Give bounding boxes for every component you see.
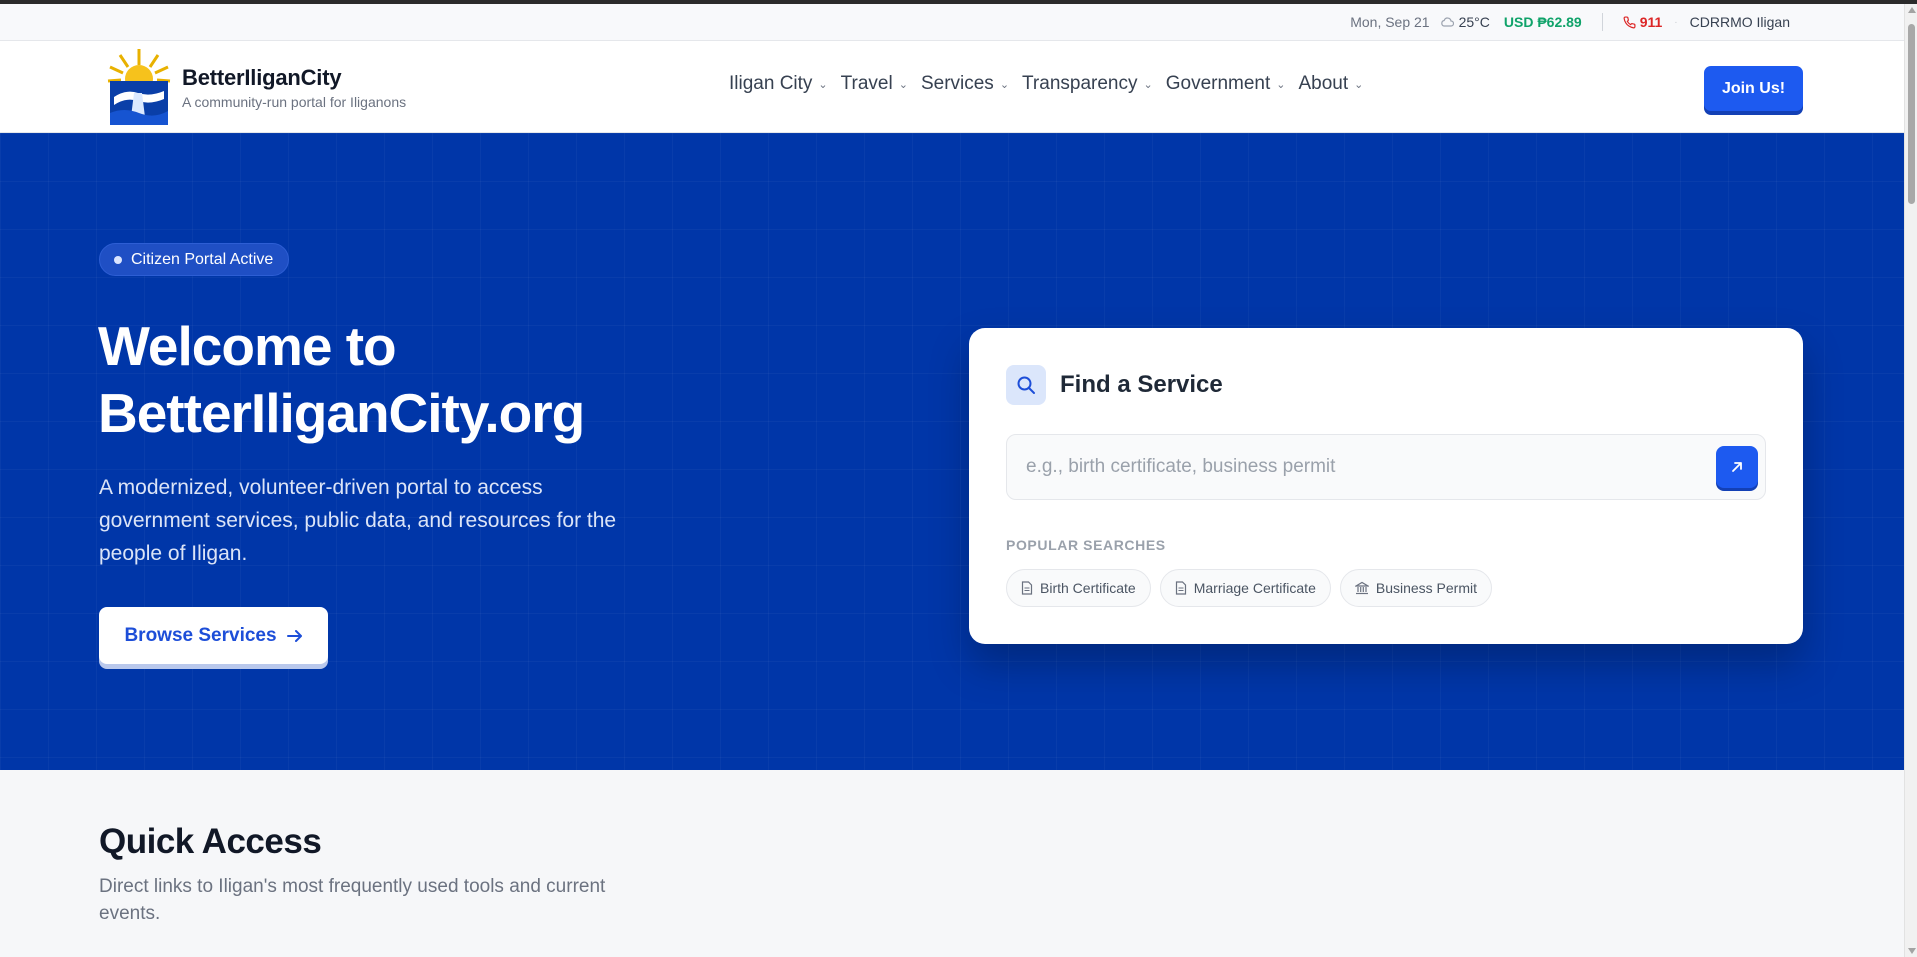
arrow-right-icon [286, 629, 302, 642]
chevron-down-icon: ⌄ [818, 78, 828, 91]
main-header: BetterIliganCity A community-run portal … [0, 41, 1904, 133]
find-service-card: Find a Service POPULAR SEARCHES Birth Ce… [969, 328, 1803, 644]
scroll-down-arrow-icon[interactable] [1908, 948, 1916, 954]
service-search-input[interactable] [1007, 435, 1716, 499]
status-badge: Citizen Portal Active [99, 243, 290, 276]
chip-label: Business Permit [1375, 580, 1478, 596]
hero-section: Citizen Portal Active Welcome to BetterI… [0, 133, 1904, 770]
popular-searches-list: Birth Certificate Marriage Certificate B… [1006, 569, 1493, 607]
chevron-down-icon: ⌄ [1143, 78, 1153, 91]
primary-nav: Iligan City ⌄ Travel ⌄ Services ⌄ Transp… [729, 73, 1363, 95]
chevron-down-icon: ⌄ [999, 78, 1010, 91]
utility-divider [1601, 13, 1603, 31]
exchange-rate: USD ₱62.89 [1503, 14, 1582, 30]
card-title: Find a Service [1060, 371, 1223, 398]
hero-title: Welcome to BetterIliganCity.org [98, 313, 585, 447]
building-icon [1354, 581, 1369, 595]
nav-label: Travel [840, 73, 893, 94]
brand-tagline: A community-run portal for Iliganons [182, 93, 407, 110]
popular-searches-label: POPULAR SEARCHES [1006, 537, 1166, 553]
chip-label: Birth Certificate [1040, 580, 1136, 596]
nav-label: Transparency [1022, 73, 1138, 94]
nav-label: Services [920, 73, 994, 94]
nav-transparency[interactable]: Transparency ⌄ [1022, 73, 1153, 95]
nav-label: Government [1165, 73, 1271, 94]
weather-widget: 25°C [1440, 14, 1490, 30]
quick-access-title: Quick Access [99, 822, 322, 861]
document-icon [1021, 581, 1033, 595]
badge-label: Citizen Portal Active [131, 250, 274, 268]
hero-title-line1: Welcome to [98, 315, 397, 377]
cloud-icon [1440, 17, 1454, 27]
chevron-down-icon: ⌄ [1354, 78, 1364, 91]
page-scrollbar[interactable] [1904, 4, 1917, 957]
card-header: Find a Service [1006, 365, 1223, 405]
search-icon [1006, 365, 1046, 405]
emergency-hotline[interactable]: 911 [1623, 14, 1663, 30]
arrow-up-right-icon [1732, 462, 1742, 472]
city-seal-logo [107, 49, 171, 125]
nav-services[interactable]: Services ⌄ [921, 73, 1009, 95]
brand-name: BetterIliganCity [182, 64, 342, 90]
status-dot-icon [114, 255, 122, 264]
scrollbar-thumb[interactable] [1908, 24, 1915, 204]
nav-label: Iligan City [729, 73, 813, 94]
quick-access-description: Direct links to Iligan's most frequently… [99, 876, 606, 924]
emergency-number: 911 [1639, 14, 1663, 30]
nav-travel[interactable]: Travel ⌄ [841, 73, 908, 95]
temperature: 25°C [1458, 14, 1490, 30]
chevron-down-icon: ⌄ [898, 78, 908, 91]
nav-about[interactable]: About ⌄ [1298, 73, 1363, 95]
chip-business-permit[interactable]: Business Permit [1339, 569, 1493, 607]
nav-iligan-city[interactable]: Iligan City ⌄ [729, 73, 828, 95]
nav-government[interactable]: Government ⌄ [1166, 73, 1286, 95]
chip-label: Marriage Certificate [1193, 580, 1316, 596]
utility-bar: Mon, Sep 21 25°C USD ₱62.89 911 · CDRRMO… [0, 4, 1904, 41]
nav-label: About [1298, 73, 1349, 94]
join-us-button[interactable]: Join Us! [1704, 66, 1803, 111]
chevron-down-icon: ⌄ [1276, 78, 1286, 91]
separator-dot: · [1674, 16, 1678, 28]
hero-title-line2: BetterIliganCity.org [98, 382, 585, 444]
scroll-up-arrow-icon[interactable] [1908, 7, 1916, 13]
chip-birth-certificate[interactable]: Birth Certificate [1006, 569, 1151, 607]
document-icon [1175, 581, 1186, 595]
hero-description: A modernized, volunteer-driven portal to… [99, 476, 617, 565]
browse-label: Browse Services [124, 624, 277, 646]
agency-name: CDRRMO Iligan [1689, 14, 1790, 30]
phone-icon [1623, 15, 1636, 28]
browse-services-button[interactable]: Browse Services [99, 607, 328, 664]
service-search-box [1006, 434, 1766, 500]
chip-marriage-certificate[interactable]: Marriage Certificate [1159, 569, 1331, 607]
current-date: Mon, Sep 21 [1350, 14, 1430, 30]
search-submit-button[interactable] [1716, 446, 1758, 488]
brand-logo-link[interactable]: BetterIliganCity A community-run portal … [106, 47, 406, 127]
